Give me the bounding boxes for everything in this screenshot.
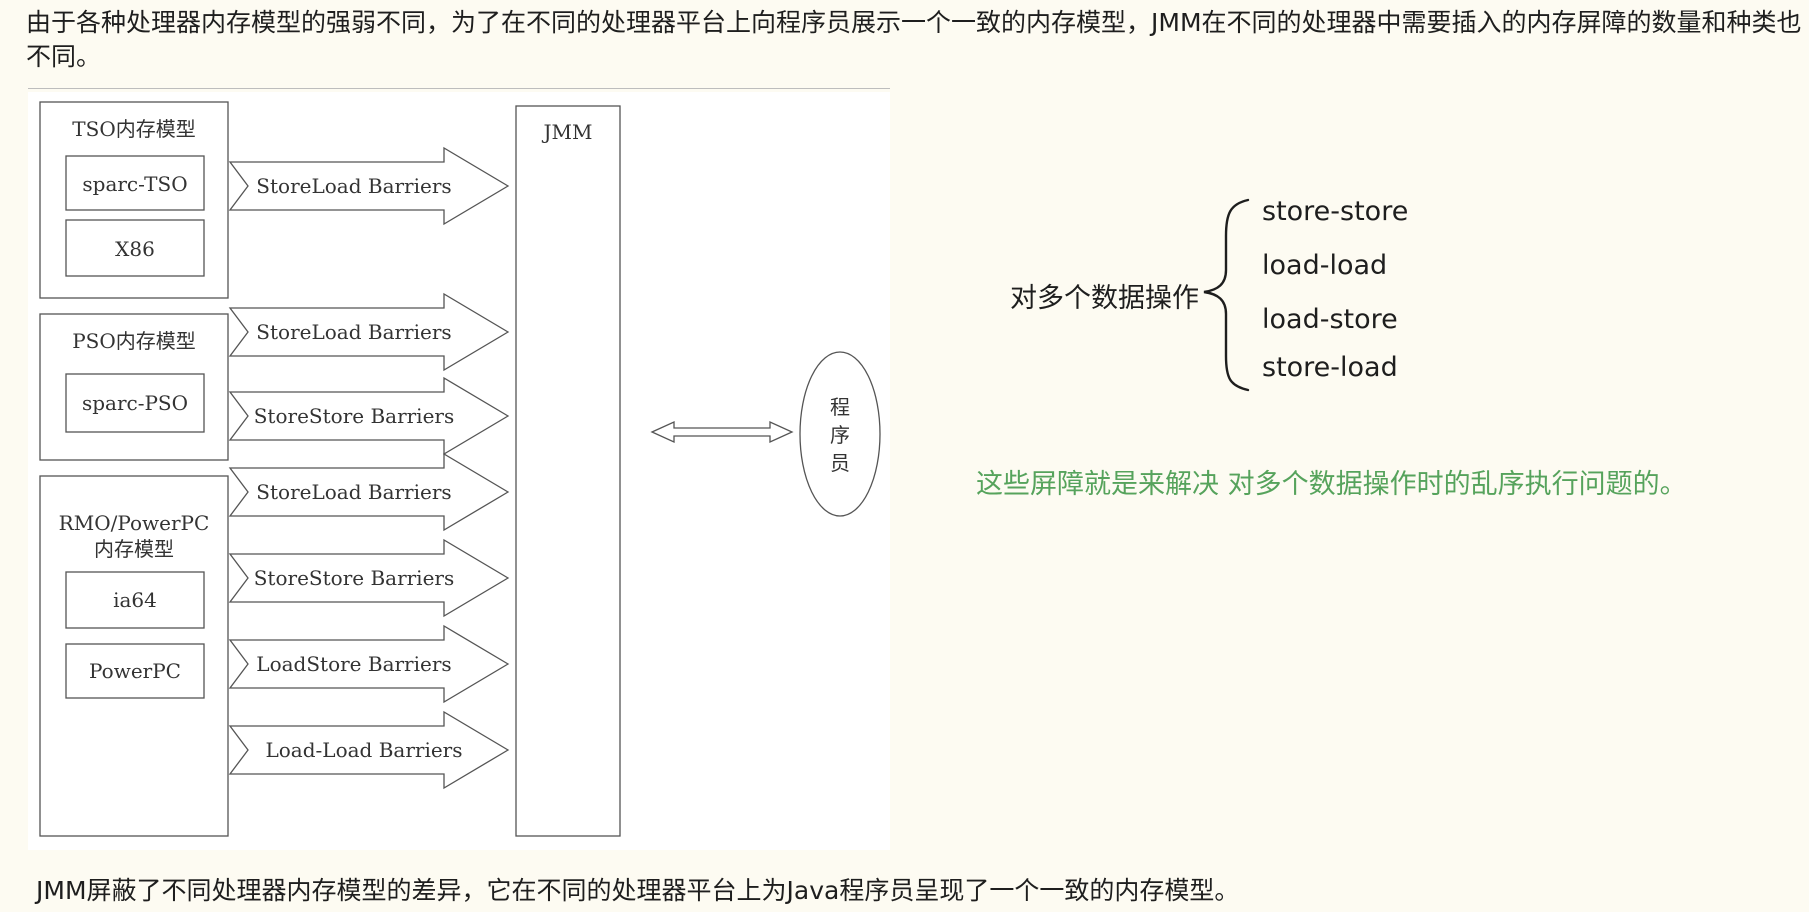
jmm-diagram-figure: TSO内存模型 sparc-TSO X86 PSO内存模型 sparc-PSO … (28, 92, 890, 850)
barrier-label-1: StoreLoad Barriers (256, 174, 451, 198)
barrier-label-2: StoreLoad Barriers (256, 320, 451, 344)
group-title-pso: PSO内存模型 (72, 329, 196, 353)
item-label-sparc-tso: sparc-TSO (82, 172, 187, 196)
barrier-label-4: StoreLoad Barriers (256, 480, 451, 504)
barrier-label-7: Load-Load Barriers (265, 738, 462, 762)
curly-brace (1203, 198, 1250, 392)
barrier-label-6: LoadStore Barriers (256, 652, 451, 676)
barrier-label-3: StoreStore Barriers (254, 404, 455, 428)
divider (28, 88, 890, 89)
barrier-explanation-note: 这些屏障就是来解决 对多个数据操作时的乱序执行问题的。 (976, 469, 1687, 500)
barrier-label-5: StoreStore Barriers (254, 566, 455, 590)
group-title-rmo-line2: 内存模型 (94, 537, 174, 561)
programmer-char-3: 员 (830, 451, 850, 475)
programmer-char-2: 序 (830, 423, 850, 447)
item-label-powerpc: PowerPC (89, 659, 181, 683)
jmm-label: JMM (542, 120, 593, 144)
item-label-sparc-pso: sparc-PSO (82, 391, 188, 415)
jmm-diagram: TSO内存模型 sparc-TSO X86 PSO内存模型 sparc-PSO … (39, 101, 881, 837)
item-label-x86: X86 (115, 237, 155, 261)
jmm-box (515, 105, 621, 837)
double-arrow (650, 420, 794, 444)
op-item-load-load: load-load (1262, 250, 1388, 281)
group-title-tso: TSO内存模型 (72, 117, 195, 141)
operation-list: store-store load-load load-store store-l… (1262, 194, 1408, 404)
op-item-store-store: store-store (1262, 196, 1409, 227)
op-item-load-store: load-store (1262, 304, 1398, 335)
operation-group-title: 对多个数据操作 (1010, 283, 1199, 314)
summary-paragraph: JMM屏蔽了不同处理器内存模型的差异，它在不同的处理器平台上为Java程序员呈现… (36, 876, 1240, 905)
group-title-rmo-line1: RMO/PowerPC (59, 511, 210, 535)
programmer-char-1: 程 (830, 395, 850, 419)
op-item-store-load: store-load (1262, 352, 1398, 383)
intro-paragraph: 由于各种处理器内存模型的强弱不同，为了在不同的处理器平台上向程序员展示一个一致的… (26, 8, 1802, 71)
item-label-ia64: ia64 (113, 588, 157, 612)
